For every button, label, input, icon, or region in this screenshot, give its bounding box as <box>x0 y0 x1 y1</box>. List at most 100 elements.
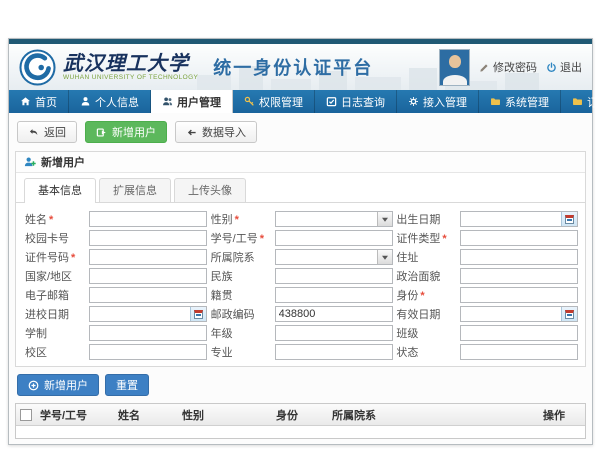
field-label: 所属院系 <box>208 249 275 265</box>
form-field-identity: 身份* <box>393 286 579 304</box>
birth-date-field <box>460 211 578 227</box>
table-header-cell: 操作 <box>539 407 585 423</box>
calendar-glyph <box>565 310 574 319</box>
political-status-input[interactable] <box>460 268 578 284</box>
change-password-label: 修改密码 <box>493 59 537 75</box>
field-label: 邮政编码 <box>208 306 275 322</box>
required-asterisk: * <box>235 214 239 226</box>
dropdown-arrow-icon[interactable] <box>377 212 392 226</box>
nav-item-access-management[interactable]: 接入管理 <box>397 90 479 113</box>
id-type-input[interactable] <box>460 230 578 246</box>
form-field-major: 专业 <box>208 343 394 361</box>
major-input[interactable] <box>275 344 393 360</box>
calendar-icon[interactable] <box>561 307 577 321</box>
nav-item-subscription-management[interactable]: 订阅管理 <box>561 90 600 113</box>
class-input[interactable] <box>460 325 578 341</box>
log-check-icon <box>326 96 337 107</box>
status-input[interactable] <box>460 344 578 360</box>
back-button-label: 返回 <box>44 124 66 140</box>
reset-button[interactable]: 重置 <box>105 374 149 396</box>
panel-header: 新增用户 <box>16 152 585 173</box>
dropdown-arrow-icon[interactable] <box>377 250 392 264</box>
campus-card-no-input[interactable] <box>89 230 207 246</box>
nav-item-label: 日志查询 <box>341 94 385 110</box>
required-asterisk: * <box>71 252 75 264</box>
postal-code-input[interactable] <box>275 306 393 322</box>
form-column-3: 出生日期证件类型*住址政治面貌身份*有效日期班级状态 <box>393 210 579 362</box>
logout-link[interactable]: 退出 <box>546 59 582 75</box>
nav-item-log-query[interactable]: 日志查询 <box>315 90 397 113</box>
field-label: 出生日期 <box>393 211 460 227</box>
calendar-icon[interactable] <box>561 212 577 226</box>
required-asterisk: * <box>49 214 53 226</box>
form-column-2: 性别*学号/工号*所属院系民族籍贯邮政编码年级专业 <box>208 210 394 362</box>
table-header-row: 学号/工号姓名性别身份所属院系操作 <box>16 404 585 426</box>
tab-upload-avatar[interactable]: 上传头像 <box>174 178 246 202</box>
nav-item-profile[interactable]: 个人信息 <box>69 90 151 113</box>
country-region-input[interactable] <box>89 268 207 284</box>
undo-icon <box>28 127 39 138</box>
tab-extended-info[interactable]: 扩展信息 <box>99 178 171 202</box>
submit-add-user-button[interactable]: 新增用户 <box>17 374 99 396</box>
back-button[interactable]: 返回 <box>17 121 77 143</box>
nav-item-permission-management[interactable]: 权限管理 <box>233 90 315 113</box>
birth-date-input[interactable] <box>461 212 561 226</box>
user-box: 修改密码 退出 <box>439 49 582 86</box>
select-all-checkbox[interactable] <box>20 409 32 421</box>
id-number-input[interactable] <box>89 249 207 265</box>
department-select[interactable] <box>275 249 393 265</box>
university-name-en: WUHAN UNIVERSITY OF TECHNOLOGY <box>63 75 198 82</box>
nav-item-label: 接入管理 <box>423 94 467 110</box>
valid-date-field <box>460 306 578 322</box>
header: 武汉理工大学 WUHAN UNIVERSITY OF TECHNOLOGY 统一… <box>9 44 592 90</box>
calendar-icon[interactable] <box>190 307 206 321</box>
valid-date-input[interactable] <box>461 307 561 321</box>
nav-item-system-management[interactable]: 系统管理 <box>479 90 561 113</box>
user-form: 姓名*校园卡号证件号码*国家/地区电子邮箱进校日期学制校区 性别*学号/工号*所… <box>16 203 585 366</box>
native-place-input[interactable] <box>275 287 393 303</box>
nav-item-home[interactable]: 首页 <box>9 90 69 113</box>
add-user-toolbar-button[interactable]: 新增用户 <box>85 121 167 143</box>
form-actions: 新增用户 重置 <box>17 374 584 396</box>
campus-input[interactable] <box>89 344 207 360</box>
body-area: 返回 新增用户 数据导入 新增用户 基本信息扩展信息上传头像 姓名*校园卡号证件… <box>9 113 592 444</box>
gender-select[interactable] <box>275 211 393 227</box>
grade-input[interactable] <box>275 325 393 341</box>
nav-item-label: 个人信息 <box>95 94 139 110</box>
form-field-native-place: 籍贯 <box>208 286 394 304</box>
form-field-entry-date: 进校日期 <box>22 305 208 323</box>
address-input[interactable] <box>460 249 578 265</box>
add-user-panel: 新增用户 基本信息扩展信息上传头像 姓名*校园卡号证件号码*国家/地区电子邮箱进… <box>15 151 586 367</box>
table-header-cell: 性别 <box>178 407 272 423</box>
reset-button-label: 重置 <box>116 377 138 393</box>
field-label: 民族 <box>208 268 275 284</box>
main-nav: 首页个人信息用户管理权限管理日志查询接入管理系统管理订阅管理 <box>9 90 592 113</box>
university-logo-icon <box>19 49 56 86</box>
add-user-toolbar-label: 新增用户 <box>112 124 156 140</box>
tab-basic-info[interactable]: 基本信息 <box>24 178 96 203</box>
field-label: 学制 <box>22 325 89 341</box>
ethnicity-input[interactable] <box>275 268 393 284</box>
schooling-length-input[interactable] <box>89 325 207 341</box>
nav-item-label: 订阅管理 <box>587 94 600 110</box>
form-field-schooling-length: 学制 <box>22 324 208 342</box>
data-import-button[interactable]: 数据导入 <box>175 121 257 143</box>
form-field-grade: 年级 <box>208 324 394 342</box>
toolbar: 返回 新增用户 数据导入 <box>17 121 584 143</box>
form-field-campus: 校区 <box>22 343 208 361</box>
identity-input[interactable] <box>460 287 578 303</box>
name-input[interactable] <box>89 211 207 227</box>
change-password-link[interactable]: 修改密码 <box>479 59 537 75</box>
pencil-icon <box>479 62 490 73</box>
form-field-email: 电子邮箱 <box>22 286 208 304</box>
email-input[interactable] <box>89 287 207 303</box>
field-label: 进校日期 <box>22 306 89 322</box>
form-field-address: 住址 <box>393 248 579 266</box>
arrow-left-icon <box>186 127 197 138</box>
nav-item-user-management[interactable]: 用户管理 <box>151 90 233 113</box>
export-icon <box>96 127 107 138</box>
entry-date-input[interactable] <box>90 307 190 321</box>
form-field-campus-card-no: 校园卡号 <box>22 229 208 247</box>
student-employee-id-input[interactable] <box>275 230 393 246</box>
table-header-cell: 所属院系 <box>328 407 539 423</box>
